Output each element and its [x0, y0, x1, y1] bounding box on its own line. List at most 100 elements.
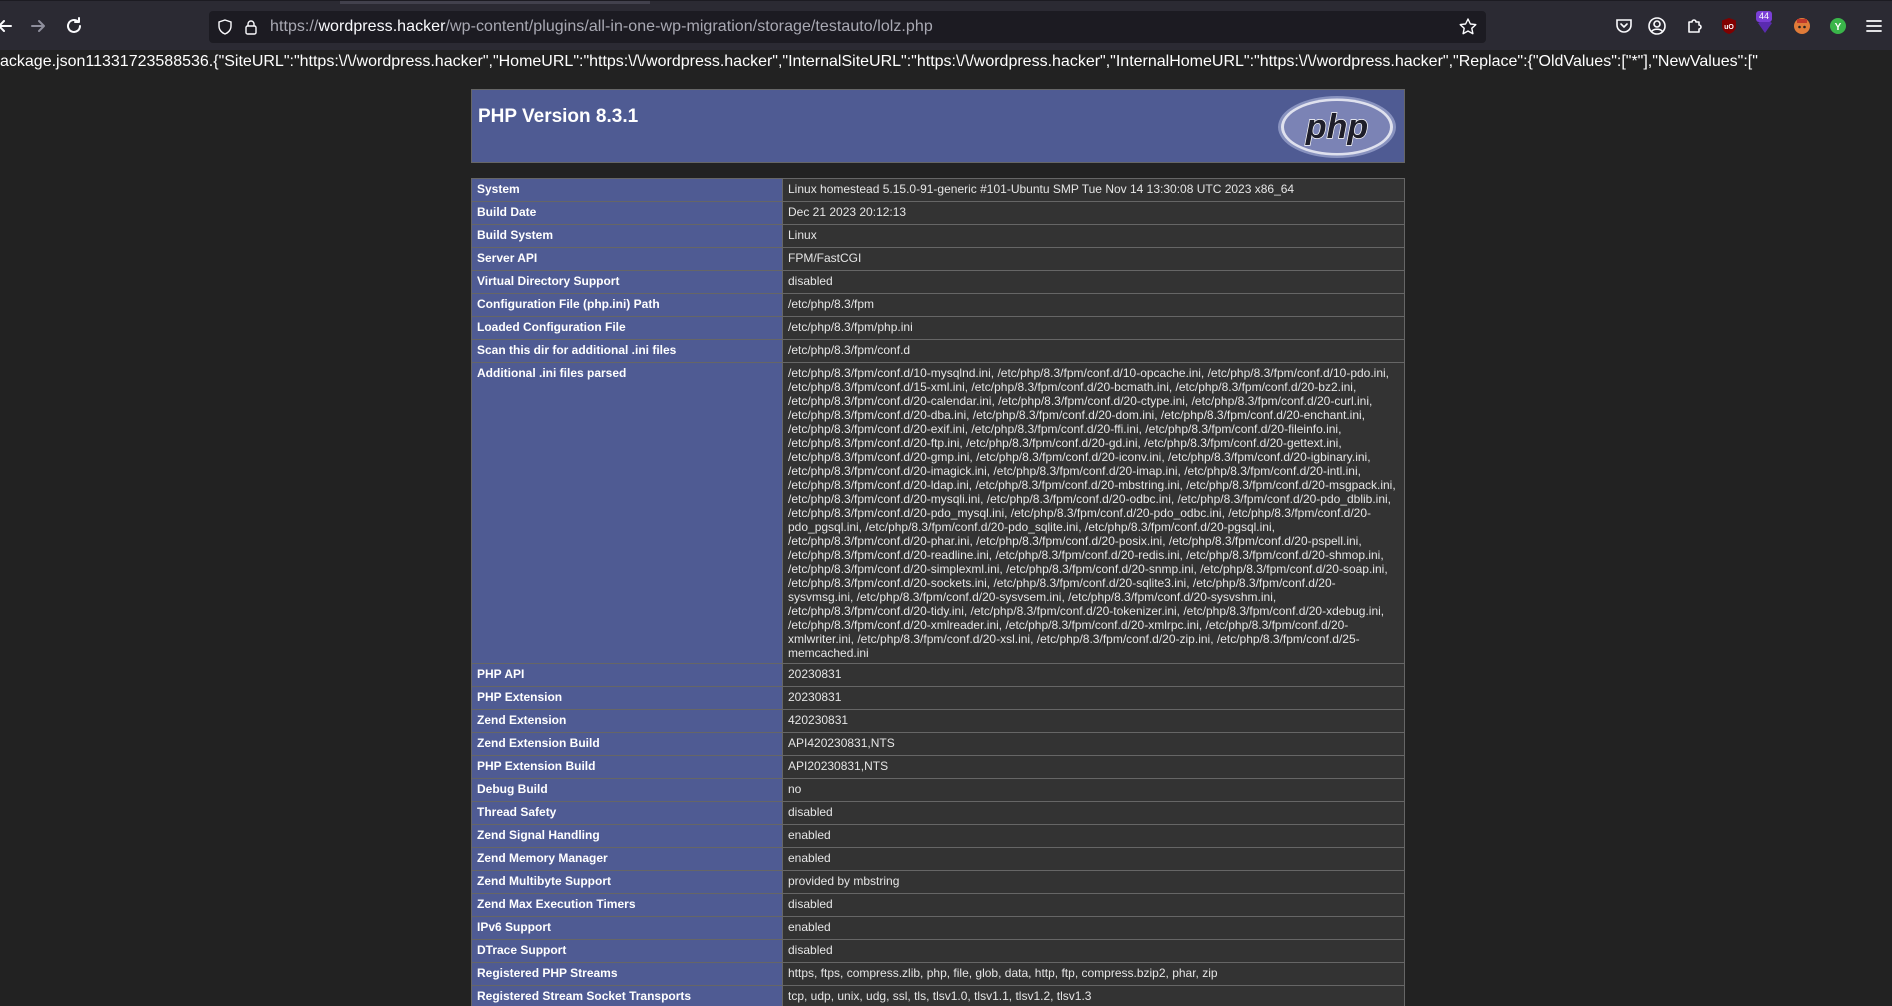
row-label: Registered Stream Socket Transports [471, 985, 783, 1006]
row-value: 20230831 [782, 663, 1405, 687]
table-row: Zend Multibyte Support provided by mbstri… [471, 870, 1405, 894]
url-text[interactable]: https://wordpress.hacker/wp-content/plug… [270, 18, 933, 36]
raw-output-line: ackage.json11331723588536.{"SiteURL":"ht… [0, 53, 1758, 70]
active-tab-indicator [340, 1, 650, 4]
table-row: System Linux homestead 5.15.0-91-generic … [471, 178, 1405, 202]
table-row: IPv6 Support enabled [471, 916, 1405, 940]
extensions-puzzle-icon[interactable] [1683, 15, 1705, 37]
row-label: Zend Extension Build [471, 732, 783, 756]
extension-badge: 44 [1756, 11, 1773, 22]
svg-text:Y: Y [1835, 22, 1842, 33]
table-row: Zend Signal Handling enabled [471, 824, 1405, 848]
table-row: PHP Extension 20230831 [471, 686, 1405, 710]
table-row: Build Date Dec 21 2023 20:12:13 [471, 201, 1405, 225]
row-value: enabled [782, 916, 1405, 940]
table-row: Scan this dir for additional .ini files /… [471, 339, 1405, 363]
table-row: Configuration File (php.ini) Path/etc/ph… [471, 293, 1405, 317]
table-row: Server API FPM/FastCGI [471, 247, 1405, 271]
row-label: Zend Multibyte Support [471, 870, 783, 894]
row-label: Thread Safety [471, 801, 783, 825]
reload-icon[interactable] [63, 15, 85, 37]
row-value: Dec 21 2023 20:12:13 [782, 201, 1405, 225]
row-label: Zend Memory Manager [471, 847, 783, 871]
table-row: Debug Build no [471, 778, 1405, 802]
bookmark-star-icon[interactable] [1458, 17, 1478, 37]
row-value: API20230831,NTS [782, 755, 1405, 779]
table-row: Additional .ini files parsed/etc/php/8.3… [471, 362, 1405, 664]
row-value: disabled [782, 893, 1405, 917]
row-value: API420230831,NTS [782, 732, 1405, 756]
php-logo-icon: php [1278, 96, 1396, 158]
row-label: Server API [471, 247, 783, 271]
account-icon[interactable] [1646, 15, 1668, 37]
table-row: PHP API 20230831 [471, 663, 1405, 687]
row-value: 420230831 [782, 709, 1405, 733]
row-value: FPM/FastCGI [782, 247, 1405, 271]
row-label: DTrace Support [471, 939, 783, 963]
table-row: Virtual Directory Support disabled [471, 270, 1405, 294]
row-value: Linux homestead 5.15.0-91-generic #101-U… [782, 178, 1405, 202]
row-label: Build System [471, 224, 783, 248]
row-label: Build Date [471, 201, 783, 225]
row-value: 20230831 [782, 686, 1405, 710]
phpinfo-table: System Linux homestead 5.15.0-91-generic … [471, 178, 1405, 1006]
row-label: System [471, 178, 783, 202]
row-label: Zend Extension [471, 709, 783, 733]
row-label: PHP Extension Build [471, 755, 783, 779]
php-logo-text: php [1305, 108, 1368, 146]
foxyproxy-icon[interactable] [1791, 15, 1813, 37]
table-row: Build System Linux [471, 224, 1405, 248]
svg-text:uO: uO [1724, 24, 1734, 31]
row-label: Loaded Configuration File [471, 316, 783, 340]
table-row: Zend Extension Build API420230831,NTS [471, 732, 1405, 756]
back-arrow-icon[interactable] [0, 15, 16, 37]
row-label: Zend Max Execution Timers [471, 893, 783, 917]
ublock-origin-icon[interactable]: uO [1718, 15, 1740, 37]
row-value: tcp, udp, unix, udg, ssl, tls, tlsv1.0, … [782, 985, 1405, 1006]
forward-arrow-icon[interactable] [27, 15, 49, 37]
table-row: PHP Extension Build API20230831,NTS [471, 755, 1405, 779]
row-label: Registered PHP Streams [471, 962, 783, 986]
tracking-protection-shield-icon[interactable] [217, 19, 233, 35]
row-value: disabled [782, 801, 1405, 825]
row-label: IPv6 Support [471, 916, 783, 940]
page-title: PHP Version 8.3.1 [478, 106, 639, 127]
row-value: disabled [782, 270, 1405, 294]
browser-toolbar: https://wordpress.hacker/wp-content/plug… [0, 0, 1892, 50]
row-label: PHP API [471, 663, 783, 687]
row-value: provided by mbstring [782, 870, 1405, 894]
row-value: no [782, 778, 1405, 802]
table-row: Loaded Configuration File/etc/php/8.3/fp… [471, 316, 1405, 340]
page-content: ackage.json11331723588536.{"SiteURL":"ht… [0, 50, 1892, 1006]
table-row: Registered Stream Socket Transports tcp, … [471, 985, 1405, 1006]
row-label: Configuration File (php.ini) Path [471, 293, 783, 317]
row-label: Zend Signal Handling [471, 824, 783, 848]
lock-icon[interactable] [243, 19, 259, 35]
row-value: /etc/php/8.3/fpm [782, 293, 1405, 317]
row-value: enabled [782, 847, 1405, 871]
table-row: Zend Extension 420230831 [471, 709, 1405, 733]
row-value: enabled [782, 824, 1405, 848]
row-value: disabled [782, 939, 1405, 963]
wappalyzer-icon[interactable]: Y [1827, 15, 1849, 37]
phpinfo-header: PHP Version 8.3.1 php [471, 89, 1405, 163]
row-label: Debug Build [471, 778, 783, 802]
table-row: Zend Max Execution Timers disabled [471, 893, 1405, 917]
url-bar[interactable]: https://wordpress.hacker/wp-content/plug… [209, 11, 1486, 43]
table-row: Registered PHP Streams https, ftps, compr… [471, 962, 1405, 986]
url-host: wordpress.hacker [318, 18, 446, 35]
row-value: Linux [782, 224, 1405, 248]
row-label: Additional .ini files parsed [471, 362, 783, 664]
row-value: /etc/php/8.3/fpm/conf.d [782, 339, 1405, 363]
url-path: /wp-content/plugins/all-in-one-wp-migrat… [445, 18, 933, 35]
hamburger-menu-icon[interactable] [1863, 15, 1885, 37]
row-value: /etc/php/8.3/fpm/php.ini [782, 316, 1405, 340]
row-label: Virtual Directory Support [471, 270, 783, 294]
table-row: Thread Safety disabled [471, 801, 1405, 825]
table-row: Zend Memory Manager enabled [471, 847, 1405, 871]
row-value: /etc/php/8.3/fpm/conf.d/10-mysqlnd.ini, … [782, 362, 1405, 664]
table-row: DTrace Support disabled [471, 939, 1405, 963]
row-value: https, ftps, compress.zlib, php, file, g… [782, 962, 1405, 986]
pocket-icon[interactable] [1613, 15, 1635, 37]
url-scheme: https:// [270, 18, 319, 35]
